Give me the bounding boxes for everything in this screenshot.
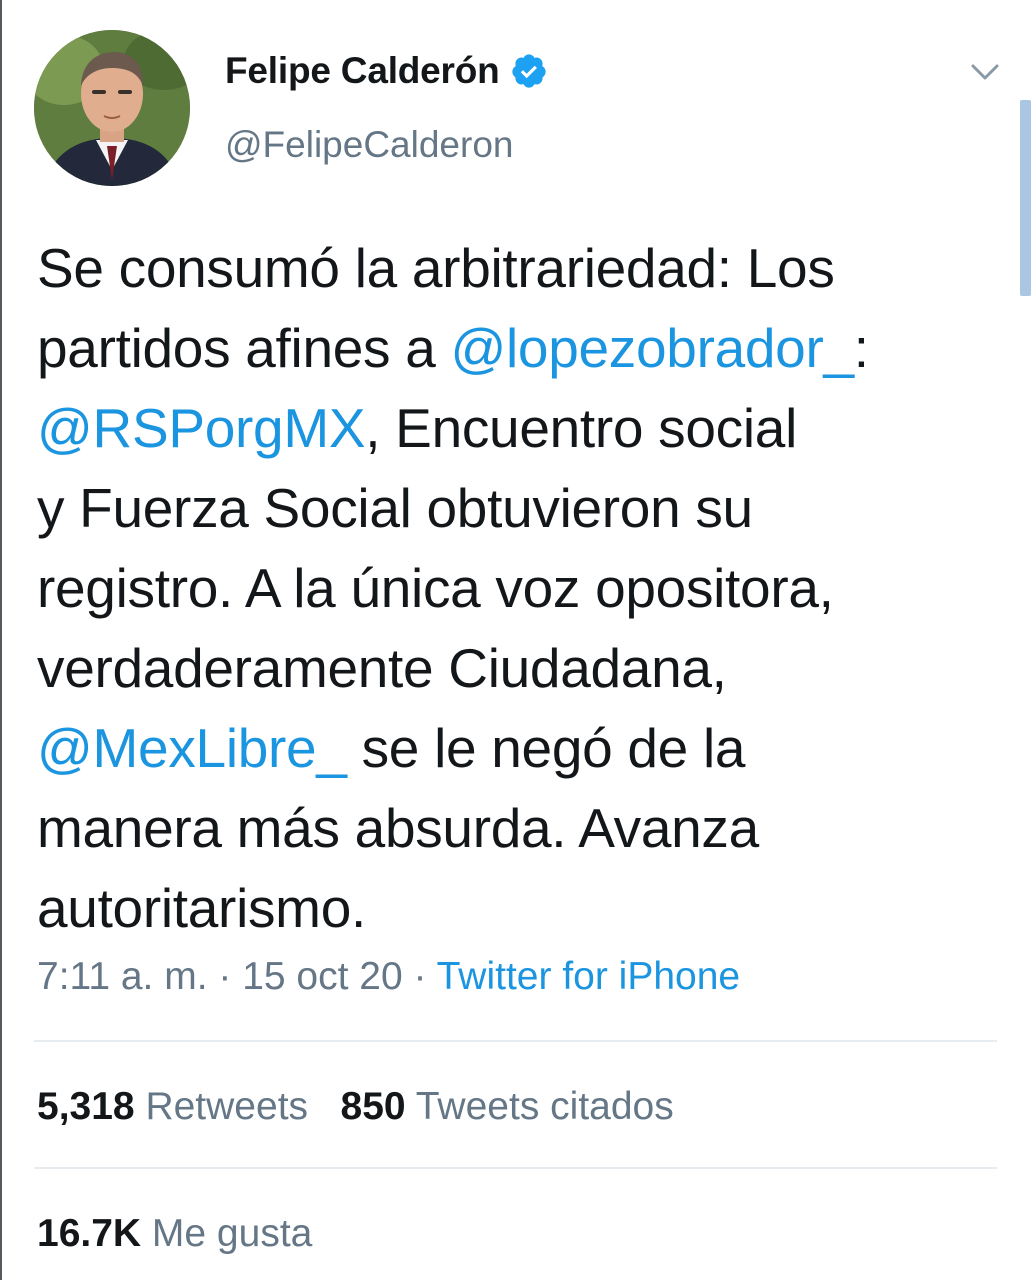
tweet-text-line: @RSPorgMX, Encuentro social [37,388,1007,468]
retweets-stat[interactable]: 5,318 Retweets [37,1085,308,1128]
author-display-name-row[interactable]: Felipe Calderón [225,50,548,92]
retweets-label: Retweets [145,1085,309,1128]
tweet-text-segment: manera más absurda. Avanza [37,797,759,859]
tweet-text-line: Se consumó la arbitrariedad: Los [37,228,1007,308]
divider [34,1167,997,1169]
tweet-text-segment: verdaderamente Ciudadana, [37,637,727,699]
retweets-count: 5,318 [37,1085,135,1128]
tweet-text-segment: se le negó de la [346,717,746,779]
author-display-name[interactable]: Felipe Calderón [225,50,500,92]
mention-link[interactable]: @RSPorgMX [37,397,366,459]
tweet-text-line: autoritarismo. [37,868,1007,948]
screen-edge [0,0,2,1280]
quotes-label: Tweets citados [415,1085,674,1128]
quotes-count: 850 [340,1085,406,1128]
tweet-text-segment: , Encuentro social [365,397,797,459]
tweet-source-link[interactable]: Twitter for iPhone [437,955,740,998]
tweet-text-line: y Fuerza Social obtuvieron su [37,468,1007,548]
tweet-text-segment: : [853,317,869,379]
meta-separator: · [207,955,243,998]
verified-badge-icon [510,52,548,90]
tweet-text-segment: partidos afines a [37,317,451,379]
author-handle[interactable]: @FelipeCalderon [225,124,513,166]
tweet-meta: 7:11 a. m. · 15 oct 20 · Twitter for iPh… [37,955,740,999]
meta-separator: · [402,955,437,998]
quotes-stat[interactable]: 850 Tweets citados [341,1085,674,1128]
tweet-date: 15 oct 20 [242,955,403,998]
tweet-text-line: registro. A la única voz opositora, [37,548,1007,628]
tweet-text: Se consumó la arbitrariedad: Los partidos… [37,228,1007,948]
tweet-text-segment: autoritarismo. [37,877,366,939]
engagement-stats: 5,318 Retweets 850 Tweets citados [37,1085,674,1129]
scrollbar-thumb[interactable] [1020,100,1031,296]
tweet-text-segment: registro. A la única voz opositora, [37,557,834,619]
mention-link[interactable]: @MexLibre_ [37,717,347,779]
tweet-text-line: verdaderamente Ciudadana, [37,628,1007,708]
likes-count: 16.7K [37,1212,142,1255]
tweet-text-segment: Se consumó la arbitrariedad: Los [37,237,835,299]
avatar[interactable] [34,30,190,186]
tweet-text-line: @MexLibre_ se le negó de la [37,708,1007,788]
tweet-text-line: manera más absurda. Avanza [37,788,1007,868]
chevron-down-icon[interactable] [966,56,1004,90]
tweet-text-line: partidos afines a @lopezobrador_: [37,308,1007,388]
likes-label: Me gusta [151,1212,313,1255]
tweet-text-segment: y Fuerza Social obtuvieron su [37,477,753,539]
mention-link[interactable]: @lopezobrador_ [450,317,854,379]
divider [34,1040,997,1042]
likes-stat[interactable]: 16.7K Me gusta [37,1212,312,1256]
tweet-time: 7:11 a. m. [37,955,208,998]
